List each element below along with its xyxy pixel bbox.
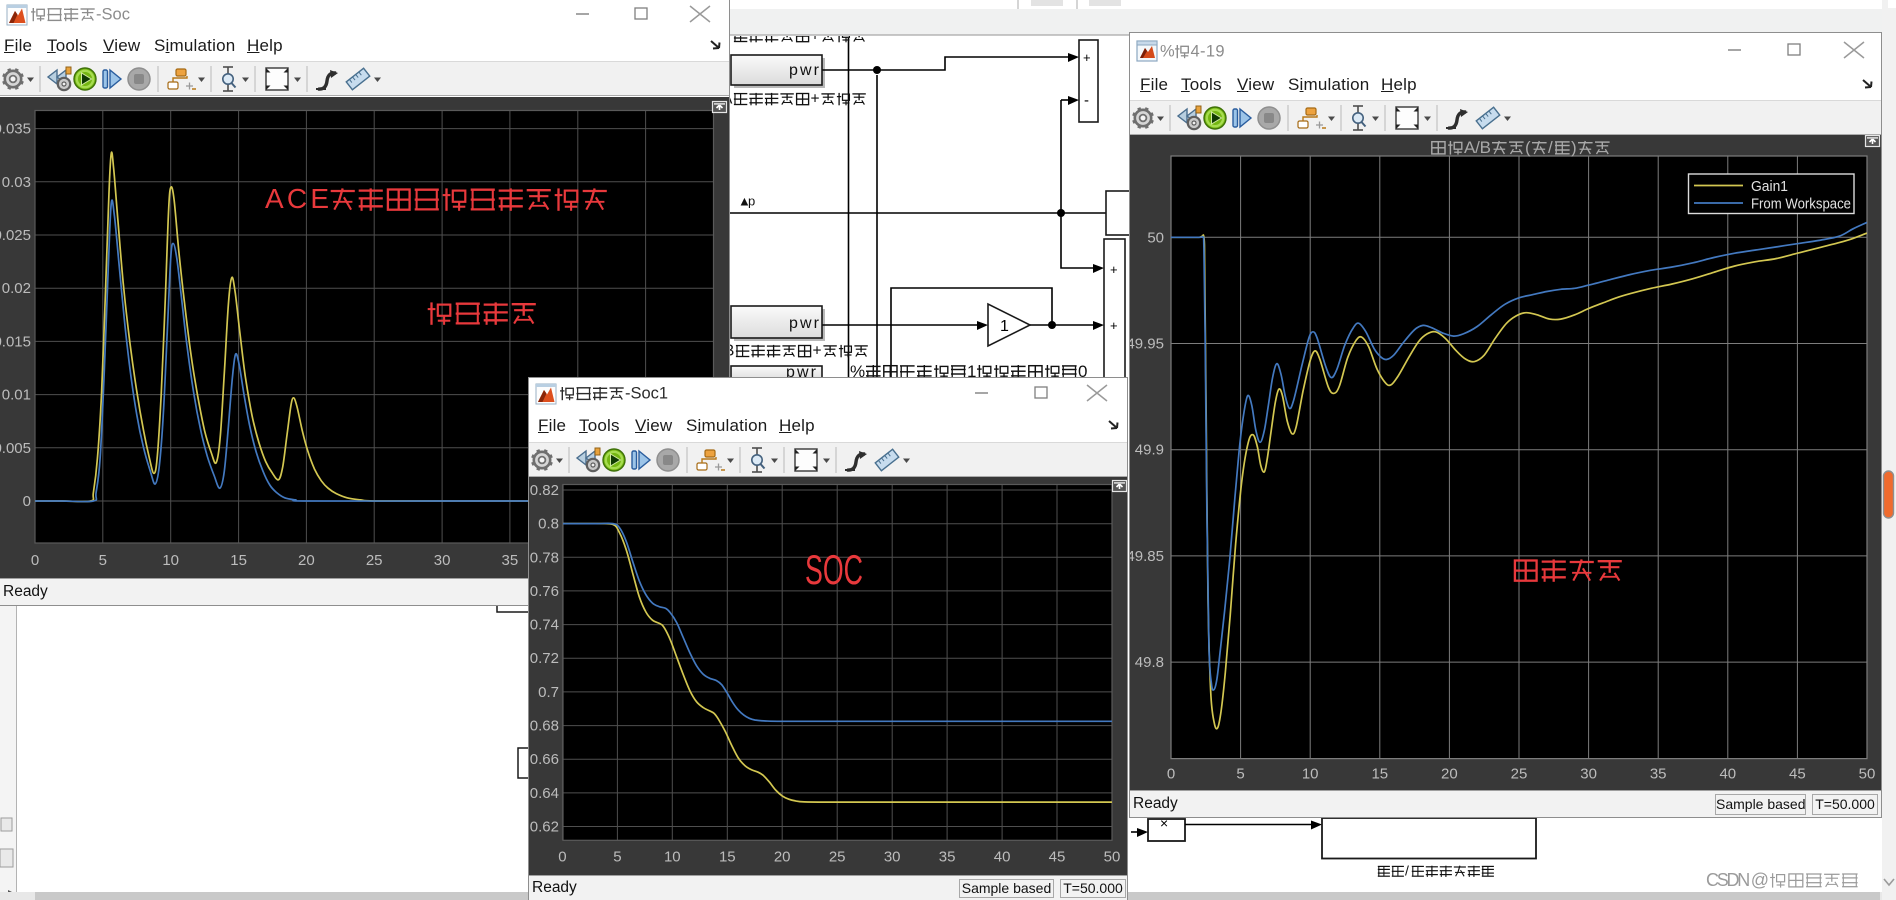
svg-text:CSDN @: CSDN @ <box>1706 870 1769 890</box>
